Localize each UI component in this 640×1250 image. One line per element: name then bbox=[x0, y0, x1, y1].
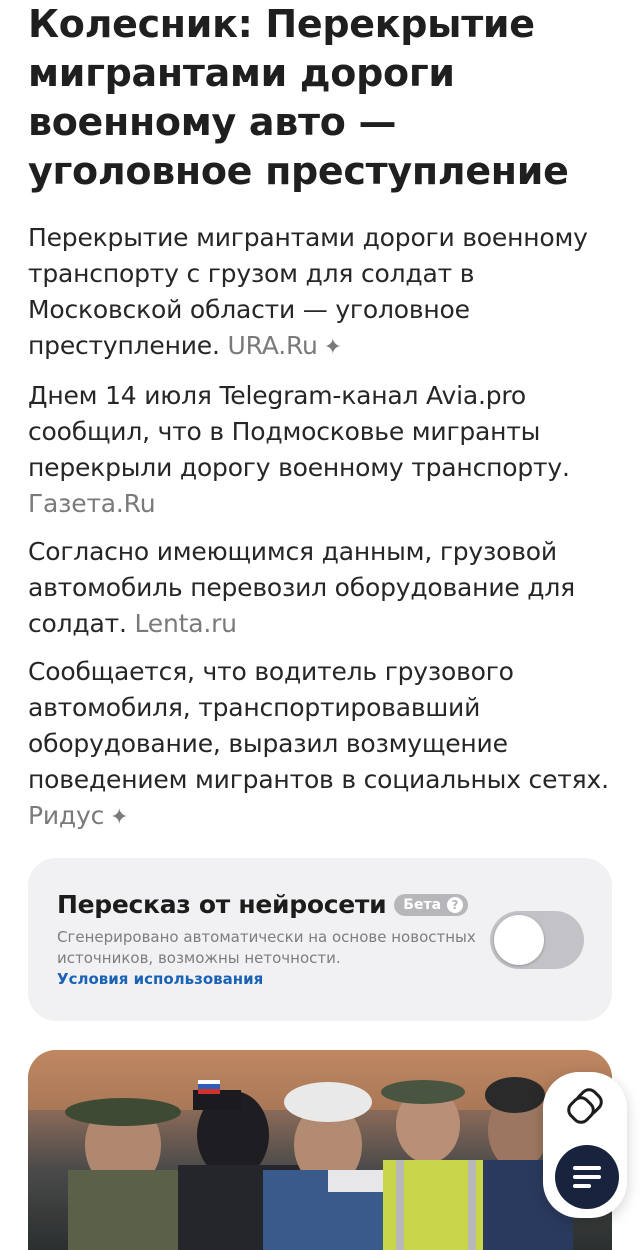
help-icon[interactable]: ? bbox=[447, 896, 464, 913]
source-link[interactable]: Ридус bbox=[28, 801, 104, 830]
paragraph-text: Днем 14 июля Telegram-канал Avia.pro соо… bbox=[28, 381, 570, 482]
news-photo[interactable] bbox=[28, 1050, 612, 1250]
terms-of-use-link[interactable]: Условия использования bbox=[57, 969, 584, 990]
beta-badge-label: Бета bbox=[403, 896, 442, 913]
article-paragraph: Перекрытие мигрантами дороги военному тр… bbox=[28, 220, 618, 366]
toggle-knob bbox=[494, 915, 544, 965]
copy-icon[interactable] bbox=[565, 1087, 607, 1129]
sparkle-icon[interactable]: ✦ bbox=[110, 805, 128, 830]
menu-button[interactable] bbox=[555, 1145, 619, 1209]
source-link[interactable]: Lenta.ru bbox=[134, 609, 237, 638]
article-paragraph: Сообщается, что водитель грузового автом… bbox=[28, 654, 618, 836]
source-link[interactable]: URA.Ru bbox=[227, 331, 317, 360]
article-paragraph: Днем 14 июля Telegram-канал Avia.pro соо… bbox=[28, 378, 618, 522]
article-headline: Колесник: Перекрытие мигрантами дороги в… bbox=[28, 2, 569, 193]
source-link[interactable]: Газета.Ru bbox=[28, 489, 156, 518]
article-body: Перекрытие мигрантами дороги военному тр… bbox=[28, 220, 618, 848]
beta-badge[interactable]: Бета ? bbox=[394, 893, 469, 916]
paragraph-text: Сообщается, что водитель грузового автом… bbox=[28, 657, 609, 794]
photo-illustration bbox=[28, 1050, 612, 1250]
article-paragraph: Согласно имеющимся данным, грузовой авто… bbox=[28, 534, 618, 642]
ai-summary-description: Сгенерировано автоматически на основе но… bbox=[57, 928, 476, 967]
paragraph-text: Согласно имеющимся данным, грузовой авто… bbox=[28, 537, 575, 638]
menu-icon bbox=[573, 1166, 601, 1188]
ai-summary-title: Пересказ от нейросети bbox=[57, 890, 387, 919]
sparkle-icon[interactable]: ✦ bbox=[324, 335, 342, 360]
ai-summary-toggle[interactable] bbox=[490, 911, 584, 969]
